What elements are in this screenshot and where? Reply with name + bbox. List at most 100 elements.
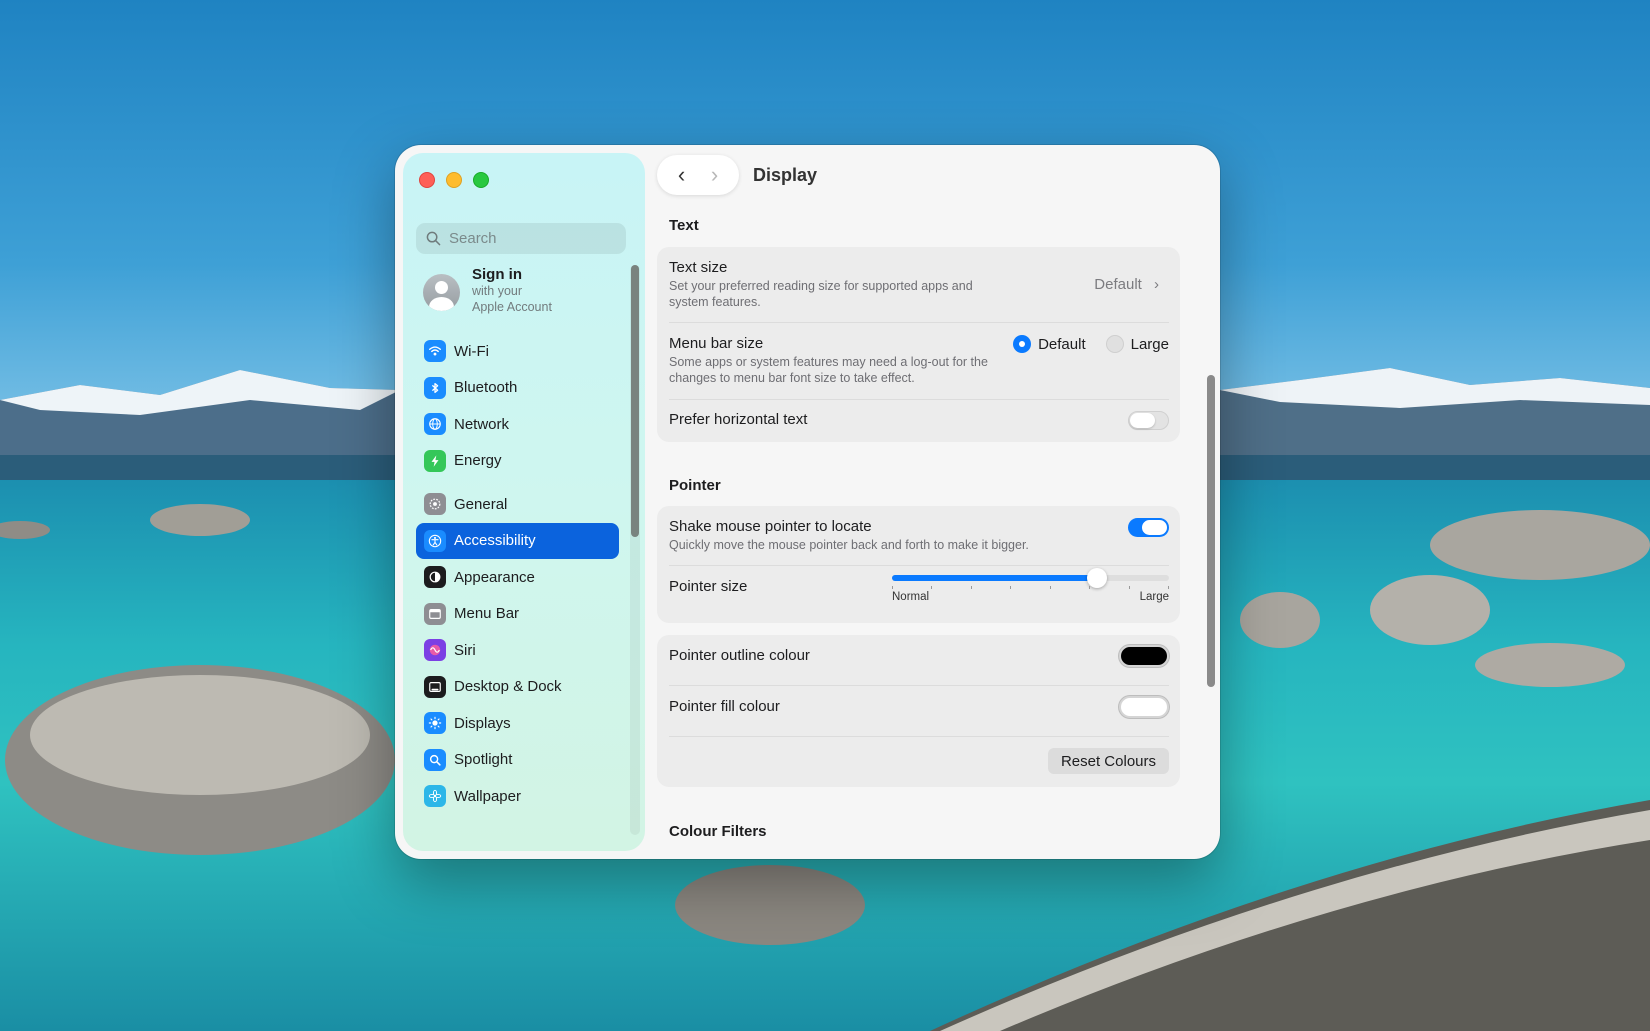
sidebar-item-label: General — [454, 495, 508, 513]
page-title: Display — [753, 164, 818, 185]
search-field[interactable]: Search — [416, 223, 626, 254]
shake-to-locate-row: Shake mouse pointer to locate Quickly mo… — [669, 518, 1169, 553]
divider — [669, 565, 1169, 566]
menu-bar-size-default-label[interactable]: Default — [1038, 336, 1086, 353]
sidebar-item-label: Displays — [454, 714, 511, 732]
menu-bar-size-options: Default Large — [1013, 335, 1169, 353]
pointer-outline-color-well[interactable] — [1119, 645, 1169, 667]
sidebar-item-spotlight[interactable]: Spotlight — [416, 742, 619, 778]
flower-icon — [424, 785, 446, 807]
sidebar-item-label: Accessibility — [454, 532, 536, 549]
account-title: Sign in — [472, 266, 522, 283]
accessibility-icon — [424, 529, 446, 552]
forward-button[interactable]: › — [711, 164, 718, 186]
sidebar-item-siri[interactable]: Siri — [416, 632, 619, 668]
prefer-horizontal-title: Prefer horizontal text — [669, 411, 808, 428]
menu-bar-size-row: Menu bar size Some apps or system featur… — [669, 335, 1169, 386]
globe-icon — [424, 413, 446, 435]
gear-icon — [424, 493, 446, 515]
divider — [669, 736, 1169, 737]
sidebar-item-network[interactable]: Network — [416, 406, 619, 442]
sidebar-scrollbar[interactable] — [630, 265, 640, 835]
sidebar-item-energy[interactable]: Energy — [416, 443, 619, 479]
menubar-icon — [424, 602, 446, 625]
content-scroll-thumb[interactable] — [1207, 375, 1215, 687]
slider-tick — [1168, 586, 1169, 589]
slider-tick — [1010, 586, 1012, 589]
sidebar-item-label: Desktop & Dock — [454, 678, 562, 695]
history-nav: ‹ › — [657, 155, 739, 195]
appearance-icon — [424, 566, 446, 588]
content-scrollbar[interactable] — [1206, 207, 1216, 847]
search-placeholder: Search — [449, 230, 497, 247]
prefer-horizontal-toggle[interactable] — [1128, 411, 1169, 430]
slider-tick — [1049, 586, 1051, 589]
sidebar-item-wallpaper[interactable]: Wallpaper — [416, 778, 619, 814]
text-size-title: Text size — [669, 259, 728, 276]
wifi-icon — [424, 340, 446, 362]
close-window-button[interactable] — [419, 172, 435, 188]
sun-icon — [424, 712, 446, 734]
zoom-window-button[interactable] — [473, 172, 489, 188]
magnifier-icon — [424, 748, 446, 771]
menu-bar-size-default-radio[interactable] — [1013, 335, 1032, 353]
pointer-size-ticks — [892, 586, 1169, 589]
sidebar-item-displays[interactable]: Displays — [416, 705, 619, 741]
text-size-row[interactable]: Text size Set your preferred reading siz… — [669, 259, 1169, 310]
sidebar-item-bluetooth[interactable]: Bluetooth — [416, 370, 619, 406]
slider-tick — [892, 586, 893, 589]
menu-bar-size-large-radio[interactable] — [1105, 335, 1124, 353]
sidebar-item-appearance[interactable]: Appearance — [416, 559, 619, 595]
sidebar-item-menu-bar[interactable]: Menu Bar — [416, 596, 619, 632]
text-size-value[interactable]: Default › — [1094, 276, 1159, 293]
settings-window: Search Sign in with your Apple Account W… — [395, 145, 1220, 859]
pointer-size-max-label: Large — [1139, 591, 1169, 603]
dock-icon — [424, 675, 446, 698]
text-size-desc: Set your preferred reading size for supp… — [669, 279, 973, 309]
slider-tick — [970, 586, 972, 589]
text-size-value-label: Default — [1094, 276, 1142, 293]
reset-colours-button[interactable]: Reset Colours — [1047, 748, 1169, 774]
toolbar: ‹ › Display — [657, 155, 817, 195]
text-settings-group: Text size Set your preferred reading siz… — [657, 247, 1180, 442]
account-subtitle-line1: with your — [472, 284, 523, 298]
pointer-fill-row: Pointer fill colour — [669, 696, 1169, 718]
section-heading-pointer: Pointer — [669, 477, 721, 494]
slider-tick — [1128, 586, 1130, 589]
sidebar-item-accessibility[interactable]: Accessibility — [416, 522, 619, 559]
avatar — [423, 274, 460, 311]
window-controls — [419, 172, 489, 188]
menu-bar-size-desc: Some apps or system features may need a … — [669, 355, 988, 385]
sidebar-item-label: Wi-Fi — [454, 342, 489, 360]
sidebar-item-label: Menu Bar — [454, 605, 520, 622]
sidebar-item-label: Bluetooth — [454, 379, 518, 396]
sidebar-item-label: Spotlight — [454, 751, 513, 768]
pointer-fill-color-well[interactable] — [1119, 696, 1169, 718]
pointer-size-min-label: Normal — [892, 591, 930, 603]
sidebar-scroll-thumb[interactable] — [631, 265, 639, 537]
shake-to-locate-title: Shake mouse pointer to locate — [669, 518, 872, 535]
sidebar: Search Sign in with your Apple Account W… — [403, 153, 645, 851]
sidebar-item-general[interactable]: General — [416, 486, 619, 522]
apple-account-signin[interactable]: Sign in with your Apple Account — [423, 266, 552, 315]
pointer-size-row: Pointer size Normal Large — [669, 568, 1169, 603]
slider-tick — [931, 586, 933, 589]
slider-tick — [1089, 586, 1091, 589]
minimize-window-button[interactable] — [446, 172, 462, 188]
shake-to-locate-toggle[interactable] — [1128, 518, 1169, 537]
sidebar-item-wi-fi[interactable]: Wi-Fi — [416, 333, 619, 369]
divider — [669, 399, 1169, 400]
pointer-outline-title: Pointer outline colour — [669, 647, 810, 664]
sidebar-item-label: Wallpaper — [454, 787, 521, 805]
sidebar-item-label: Siri — [454, 641, 476, 659]
pointer-colour-group: Pointer outline colour Pointer fill colo… — [657, 635, 1180, 787]
pointer-fill-title: Pointer fill colour — [669, 698, 780, 715]
pointer-size-knob[interactable] — [1086, 568, 1107, 588]
sidebar-item-desktop-dock[interactable]: Desktop & Dock — [416, 669, 619, 705]
sidebar-group-network: Wi-Fi Bluetooth Network Energy — [416, 333, 619, 479]
chevron-right-icon: › — [1154, 276, 1159, 293]
pointer-outline-row: Pointer outline colour — [669, 645, 1169, 667]
menu-bar-size-large-label[interactable]: Large — [1131, 336, 1169, 353]
back-button[interactable]: ‹ — [678, 164, 685, 186]
account-subtitle-line2: Apple Account — [472, 300, 552, 314]
